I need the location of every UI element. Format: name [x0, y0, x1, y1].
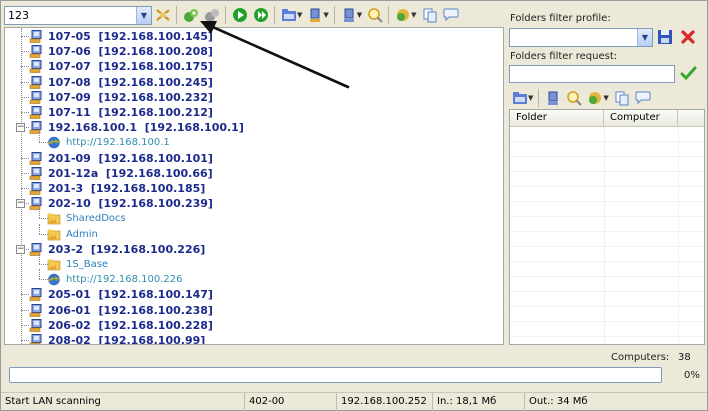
annotation-arrow [200, 21, 350, 89]
